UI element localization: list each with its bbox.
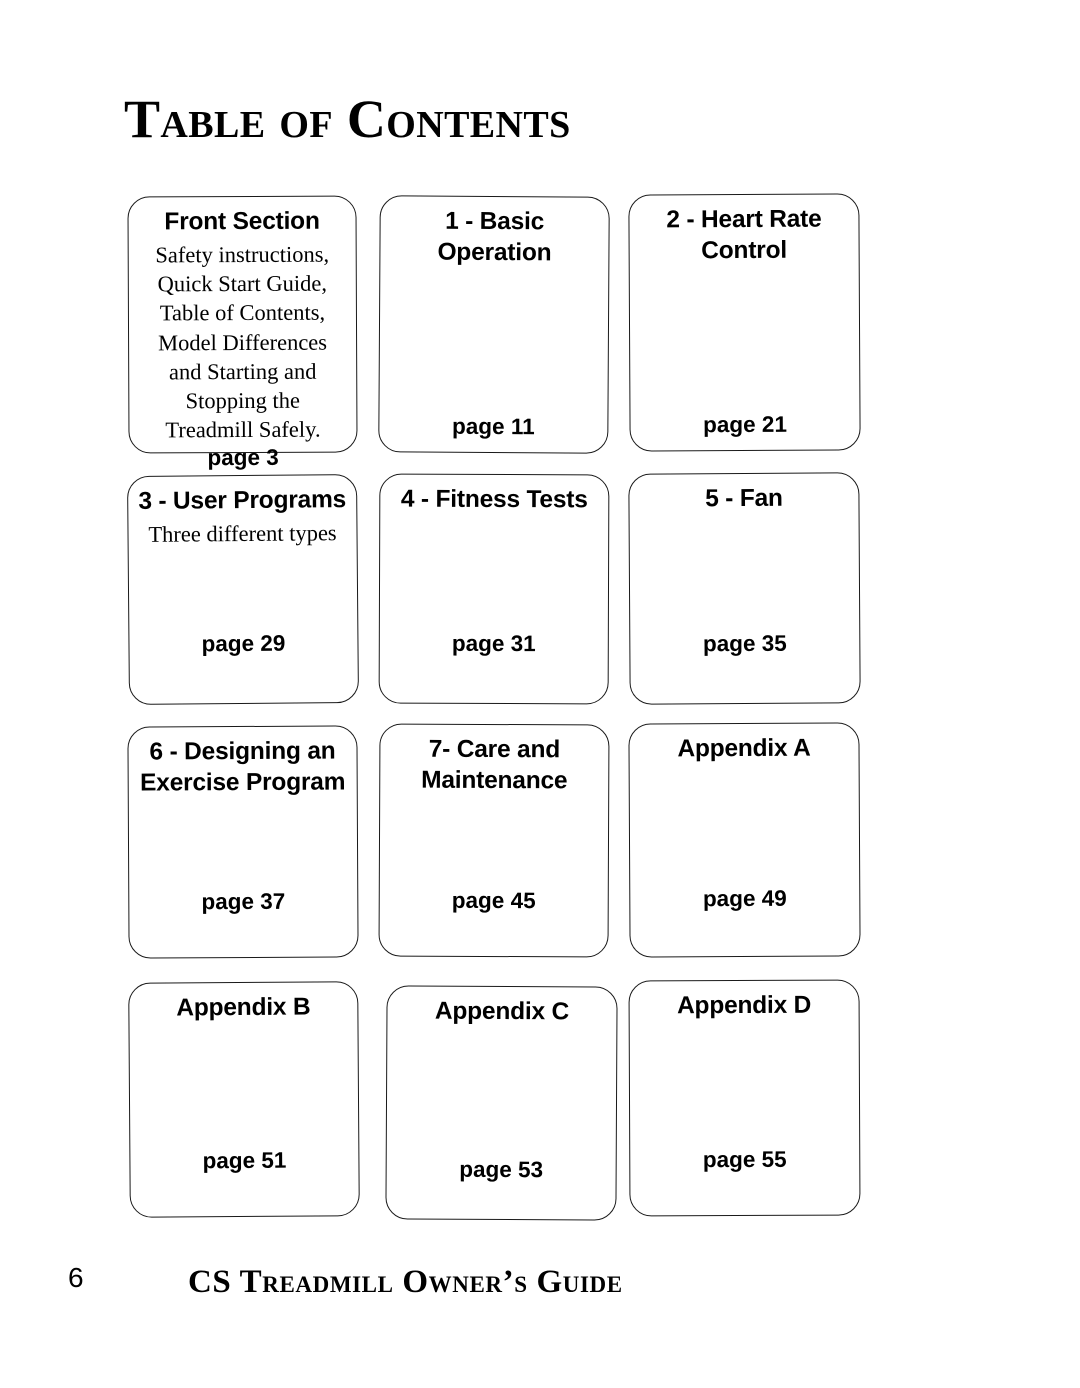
toc-card-page: page 21 bbox=[703, 411, 787, 438]
toc-card-description bbox=[642, 268, 847, 269]
card-spacer bbox=[501, 1030, 502, 1157]
footer-title: CS Treadmill Owner’s Guide bbox=[188, 1264, 623, 1300]
toc-card-description bbox=[392, 270, 596, 271]
footer-page-number: 6 bbox=[68, 1262, 84, 1293]
toc-card[interactable]: Appendix D page 55 bbox=[628, 979, 861, 1217]
toc-card-description bbox=[392, 518, 596, 519]
toc-card[interactable]: Front Section Safety instructions, Quick… bbox=[127, 195, 358, 470]
toc-card-title: 2 - Heart Rate Control bbox=[666, 205, 822, 265]
card-spacer bbox=[744, 517, 745, 631]
toc-card-description bbox=[642, 516, 847, 517]
toc-card-page: page 37 bbox=[201, 888, 286, 915]
card-spacer bbox=[493, 271, 494, 414]
toc-card-title: Appendix C bbox=[434, 997, 570, 1026]
toc-card-title: 6 - Designing an Exercise Program bbox=[140, 737, 346, 797]
toc-card-page: page 35 bbox=[702, 630, 787, 657]
toc-card-page: page 31 bbox=[451, 630, 536, 657]
toc-card-description bbox=[135, 800, 351, 801]
toc-card-description: Three different types bbox=[148, 520, 337, 547]
toc-card-page: page 11 bbox=[452, 413, 535, 440]
toc-card[interactable]: 1 - Basic Operation page 11 bbox=[378, 195, 610, 454]
toc-card-title: 5 - Fan bbox=[705, 484, 783, 513]
toc-card[interactable]: 5 - Fan page 35 bbox=[628, 472, 861, 705]
toc-card-description: Safety instructions, Quick Start Guide, … bbox=[155, 241, 330, 443]
toc-card-title: Appendix A bbox=[677, 734, 811, 763]
card-spacer bbox=[744, 767, 745, 886]
toc-card-description bbox=[141, 1025, 345, 1026]
toc-card-description bbox=[392, 798, 596, 799]
toc-card-description bbox=[642, 1023, 847, 1024]
toc-card-page: page 55 bbox=[702, 1146, 787, 1173]
toc-card-title: 7- Care and Maintenance bbox=[421, 735, 568, 795]
toc-card-title: 1 - Basic Operation bbox=[437, 207, 552, 267]
toc-card[interactable]: Appendix C page 53 bbox=[385, 985, 618, 1221]
toc-card-title: 4 - Fitness Tests bbox=[400, 485, 588, 514]
toc-card[interactable]: 3 - User Programs Three different types … bbox=[127, 474, 359, 705]
toc-card-page: page 45 bbox=[451, 887, 536, 914]
card-spacer bbox=[744, 269, 745, 412]
toc-card-grid: Front Section Safety instructions, Quick… bbox=[0, 0, 1080, 1388]
toc-card-page: page 3 bbox=[207, 444, 279, 470]
toc-card-description bbox=[642, 766, 847, 767]
toc-card-page: page 49 bbox=[702, 885, 787, 912]
toc-card-page: page 29 bbox=[201, 630, 286, 657]
toc-card-title: 3 - User Programs bbox=[138, 486, 347, 515]
card-spacer bbox=[243, 548, 244, 631]
toc-card[interactable]: 4 - Fitness Tests page 31 bbox=[378, 473, 610, 705]
toc-card[interactable]: 6 - Designing an Exercise Program page 3… bbox=[127, 725, 359, 959]
toc-card-title: Appendix B bbox=[176, 993, 311, 1022]
toc-card-page: page 53 bbox=[459, 1156, 544, 1183]
toc-card-title: Appendix D bbox=[676, 991, 812, 1020]
toc-card-description bbox=[399, 1029, 604, 1030]
card-spacer bbox=[744, 1024, 745, 1147]
toc-card-page: page 51 bbox=[202, 1147, 287, 1174]
toc-card[interactable]: 7- Care and Maintenance page 45 bbox=[378, 723, 610, 958]
toc-card-title: Front Section bbox=[164, 207, 320, 236]
toc-card[interactable]: Appendix A page 49 bbox=[628, 722, 861, 958]
toc-card[interactable]: 2 - Heart Rate Control page 21 bbox=[628, 193, 861, 452]
card-spacer bbox=[243, 1026, 244, 1148]
toc-card[interactable]: Appendix B page 51 bbox=[128, 981, 360, 1218]
